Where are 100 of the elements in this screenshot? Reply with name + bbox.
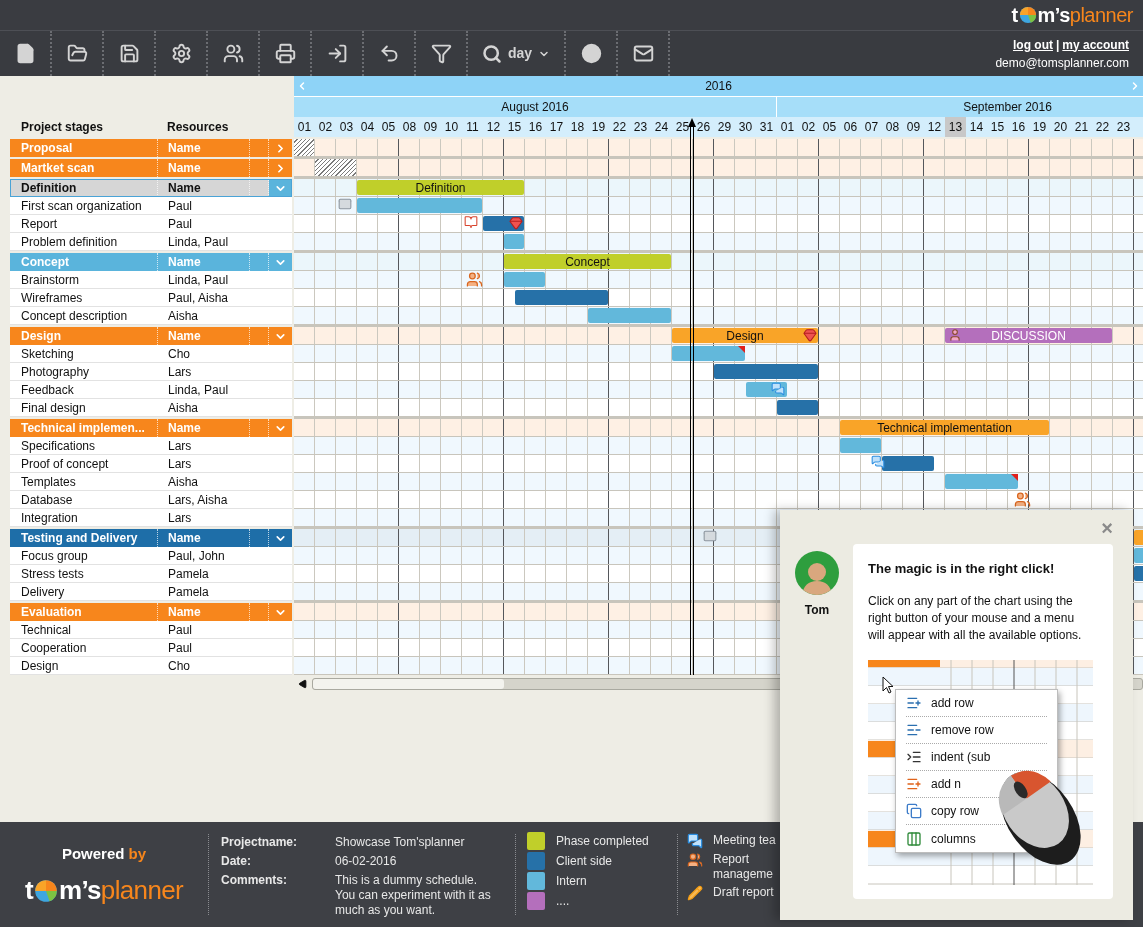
task-row[interactable]: Focus group Paul, John — [10, 547, 292, 565]
scroll-left-icon[interactable] — [298, 679, 308, 689]
day-header[interactable]: 09 — [420, 117, 441, 137]
task-row[interactable]: Cooperation Paul — [10, 639, 292, 657]
day-header[interactable]: 12 — [483, 117, 504, 137]
day-header[interactable]: 22 — [1092, 117, 1113, 137]
menu-item[interactable]: add n — [906, 771, 962, 797]
task-row[interactable]: Templates Aisha — [10, 473, 292, 491]
day-header[interactable]: 06 — [840, 117, 861, 137]
day-header[interactable]: 05 — [378, 117, 399, 137]
day-header[interactable]: 17 — [546, 117, 567, 137]
task-row[interactable]: Problem definition Linda, Paul — [10, 233, 292, 251]
day-header[interactable]: 10 — [441, 117, 462, 137]
day-header[interactable]: 01 — [294, 117, 315, 137]
task-row[interactable]: Integration Lars — [10, 509, 292, 527]
task-row[interactable]: Proof of concept Lars — [10, 455, 292, 473]
task-resource: Lars — [167, 363, 192, 381]
task-row[interactable]: Concept description Aisha — [10, 307, 292, 325]
day-header[interactable]: 23 — [630, 117, 651, 137]
legend-label: Intern — [556, 873, 587, 890]
task-bar[interactable] — [672, 346, 745, 361]
task-resource: Paul, Aisha — [167, 289, 229, 307]
day-header[interactable]: 02 — [798, 117, 819, 137]
day-header[interactable]: 05 — [819, 117, 840, 137]
task-resource: Linda, Paul — [167, 233, 229, 251]
task-row[interactable]: Sketching Cho — [10, 345, 292, 363]
task-row[interactable]: Brainstorm Linda, Paul — [10, 271, 292, 289]
task-row[interactable]: Design Cho — [10, 657, 292, 675]
task-resource: Aisha — [167, 473, 199, 491]
task-row[interactable]: Stress tests Pamela — [10, 565, 292, 583]
scrollbar-thumb[interactable] — [313, 679, 504, 689]
day-header[interactable]: 23 — [1113, 117, 1134, 137]
column-header: Resources — [166, 119, 229, 136]
legend-label: .... — [556, 893, 570, 910]
day-header[interactable]: 18 — [567, 117, 588, 137]
task-row[interactable]: First scan organization Paul — [10, 197, 292, 215]
day-header[interactable]: 08 — [399, 117, 420, 137]
day-header[interactable]: 21 — [1071, 117, 1092, 137]
stage-bar[interactable]: Concept — [504, 254, 671, 269]
stage-bar[interactable]: Definition — [357, 180, 524, 195]
my-account-link[interactable]: my account — [1062, 35, 1129, 54]
stage-name: Martket scan — [20, 160, 96, 177]
menu-item[interactable]: columns — [906, 825, 976, 852]
day-header[interactable]: 19 — [1029, 117, 1050, 137]
day-header[interactable]: 02 — [315, 117, 336, 137]
day-header[interactable]: 16 — [525, 117, 546, 137]
stage-row[interactable]: Definition Name — [10, 179, 292, 197]
task-row[interactable]: Report Paul — [10, 215, 292, 233]
day-header[interactable]: 09 — [903, 117, 924, 137]
task-row[interactable]: Photography Lars — [10, 363, 292, 381]
day-header[interactable]: 03 — [336, 117, 357, 137]
menu-item[interactable]: remove row — [906, 717, 994, 743]
stage-resource: Name — [157, 159, 249, 177]
task-row[interactable]: Specifications Lars — [10, 437, 292, 455]
day-header[interactable]: 11 — [462, 117, 483, 137]
day-header[interactable]: 24 — [651, 117, 672, 137]
day-header[interactable]: 08 — [882, 117, 903, 137]
day-header[interactable]: 29 — [714, 117, 735, 137]
day-header[interactable]: 31 — [756, 117, 777, 137]
day-header[interactable]: 19 — [588, 117, 609, 137]
expand-toggle[interactable] — [269, 179, 291, 197]
day-header[interactable]: 15 — [987, 117, 1008, 137]
task-row[interactable]: Delivery Pamela — [10, 583, 292, 601]
day-header[interactable]: 13 — [945, 117, 966, 137]
task-row[interactable]: Technical Paul — [10, 621, 292, 639]
day-header[interactable]: 30 — [735, 117, 756, 137]
stage-bar[interactable]: Design — [672, 328, 818, 343]
task-row[interactable]: Final design Aisha — [10, 399, 292, 417]
stage-bar[interactable]: Technical implementation — [840, 420, 1049, 435]
envelope-icon — [338, 197, 352, 211]
task-row[interactable]: Wireframes Paul, Aisha — [10, 289, 292, 307]
logo: t m’splanner — [1011, 3, 1133, 28]
task-resource: Lars — [167, 509, 192, 527]
day-header[interactable]: 07 — [861, 117, 882, 137]
info-value: 06-02-2016 — [335, 854, 398, 869]
info-value: This is a dummy schedule. You can experiment with it as much as you want. — [335, 873, 492, 918]
year-label: 2016 — [705, 78, 732, 95]
stage-bar[interactable]: DISCUSSION — [945, 328, 1112, 343]
task-name: Report — [20, 215, 59, 233]
day-header[interactable]: 20 — [1050, 117, 1071, 137]
menu-item[interactable]: indent (sub — [906, 744, 991, 770]
task-name: Sketching — [20, 345, 75, 363]
day-header[interactable]: 01 — [777, 117, 798, 137]
task-name: Delivery — [20, 583, 66, 601]
menu-item[interactable]: copy row — [906, 798, 980, 824]
day-header[interactable]: 12 — [924, 117, 945, 137]
day-header[interactable]: 16 — [1008, 117, 1029, 137]
task-resource: Paul — [167, 639, 193, 657]
stage-row[interactable]: Testing and Delivery Name — [10, 529, 292, 547]
day-header[interactable]: 25 — [672, 117, 693, 137]
logout-link[interactable]: log out — [1012, 35, 1053, 54]
task-row[interactable]: Feedback Linda, Paul — [10, 381, 292, 399]
day-header[interactable]: 22 — [609, 117, 630, 137]
menu-item[interactable]: add row — [906, 690, 974, 716]
day-header[interactable]: 14 — [966, 117, 987, 137]
task-name: Photography — [20, 363, 91, 381]
day-header[interactable]: 26 — [693, 117, 714, 137]
day-header[interactable]: 15 — [504, 117, 525, 137]
day-header[interactable]: 04 — [357, 117, 378, 137]
task-row[interactable]: Database Lars, Aisha — [10, 491, 292, 509]
